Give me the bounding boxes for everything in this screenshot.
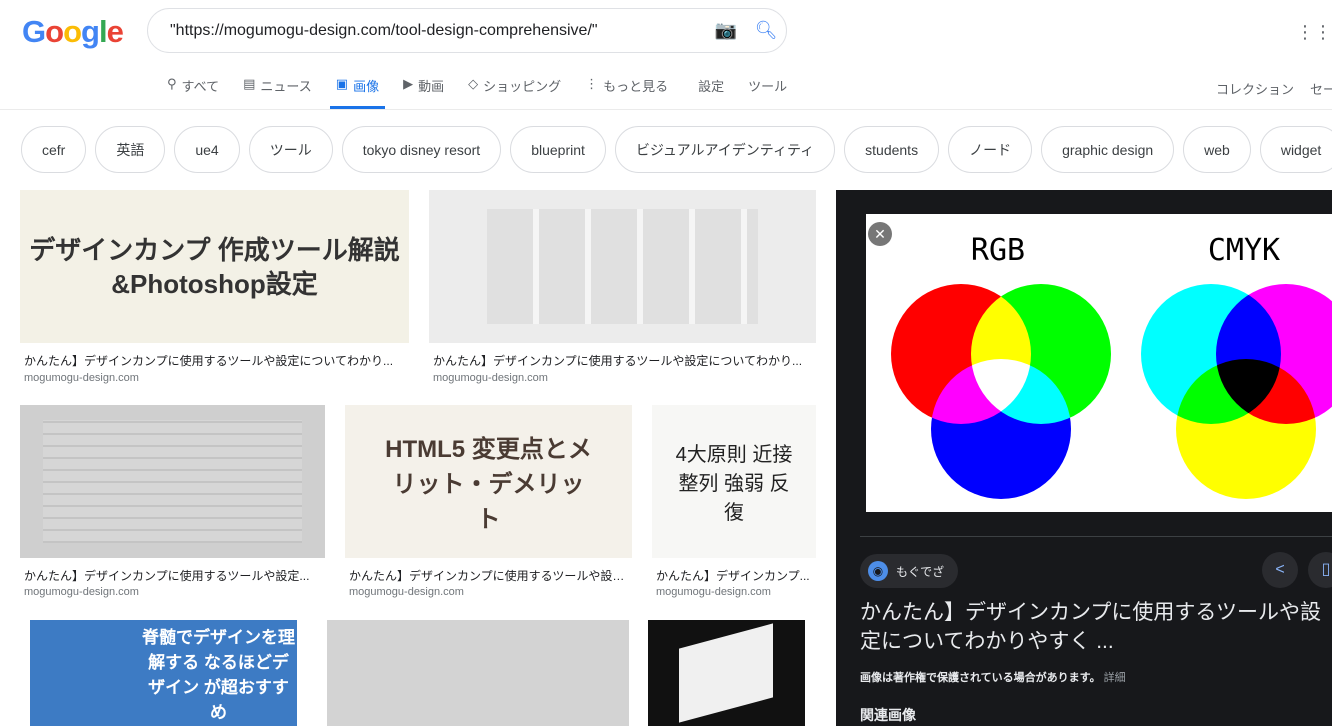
chip-9[interactable]: graphic design [1041, 126, 1175, 173]
globe-icon: ◉ [868, 561, 888, 581]
chip-2[interactable]: ue4 [174, 126, 240, 173]
chip-11[interactable]: widget [1259, 126, 1332, 173]
result-image[interactable] [20, 405, 325, 558]
result-caption[interactable]: かんたん】デザインカンプに使用するツールや設定についてわかり... [24, 352, 409, 369]
collections-link[interactable]: コレクション [1216, 79, 1294, 98]
bookmark-button[interactable]: ▯ [1308, 552, 1332, 588]
result-image[interactable] [327, 620, 629, 726]
tab-shopping[interactable]: ◇ ショッピング [468, 76, 561, 109]
tab-videos[interactable]: ▶ 動画 [403, 76, 444, 109]
result-caption[interactable]: かんたん】デザインカンプ... [656, 567, 816, 584]
tag-icon: ◇ [468, 76, 479, 91]
more-vert-icon: ⋮ [585, 76, 599, 91]
result-image[interactable]: デザインカンプ 作成ツール解説 &Photoshop設定 [20, 190, 409, 343]
tab-all[interactable]: ⚲ すべて [167, 76, 219, 109]
chip-0[interactable]: cefr [21, 126, 87, 173]
result-caption[interactable]: かんたん】デザインカンプに使用するツールや設定... [24, 567, 324, 584]
result-image[interactable] [429, 190, 816, 343]
result-source: mogumogu-design.com [656, 586, 771, 598]
chip-5[interactable]: blueprint [510, 126, 606, 173]
chip-4[interactable]: tokyo disney resort [341, 126, 502, 173]
related-chips: cefr 英語 ue4 ツール tokyo disney resort blueprint… [21, 126, 1332, 173]
close-icon[interactable]: ✕ [868, 222, 892, 246]
chip-6[interactable]: ビジュアルアイデンティティ [614, 126, 836, 173]
details-link[interactable]: 詳細 [1104, 672, 1126, 684]
related-images-heading: 関連画像 [860, 707, 916, 723]
image-icon: ▣ [335, 76, 349, 91]
search-icon[interactable]: 🔍︎ [746, 20, 786, 41]
preview-title[interactable]: かんたん】デザインカンプに使用するツールや設定についてわかりやすく ... [860, 598, 1332, 656]
search-box[interactable]: "https://mogumogu-design.com/tool-design… [147, 8, 787, 53]
tab-settings[interactable]: 設定 [698, 76, 724, 109]
image-preview-panel: RGB CMYK ✕ ◉ もぐでざ < ▯ かんたん】デザインカンプに使用するツー… [836, 190, 1332, 726]
result-source: mogumogu-design.com [349, 586, 464, 598]
result-image[interactable]: 4大原則 近接 整列 強弱 反復 [652, 405, 816, 558]
search-input[interactable]: "https://mogumogu-design.com/tool-design… [170, 22, 706, 40]
result-image[interactable] [648, 620, 805, 726]
result-image[interactable]: HTML5 変更点とメリット・デメリット [345, 405, 632, 558]
chip-1[interactable]: 英語 [95, 126, 166, 173]
result-source: mogumogu-design.com [433, 372, 548, 384]
google-logo[interactable]: Google [22, 14, 124, 50]
tab-news[interactable]: ▤ ニュース [243, 76, 312, 109]
chip-8[interactable]: ノード [948, 126, 1033, 173]
rgb-label: RGB [971, 233, 1025, 268]
tab-tools[interactable]: ツール [748, 76, 787, 109]
result-caption[interactable]: かんたん】デザインカンプに使用するツールや設定についてわかり... [433, 352, 816, 369]
safesearch-link[interactable]: セー [1310, 79, 1332, 98]
result-caption[interactable]: かんたん】デザインカンプに使用するツールや設定... [349, 567, 632, 584]
camera-icon[interactable]: 📷 [706, 20, 746, 41]
panel-divider [860, 536, 1332, 537]
search-tabs: ⚲ すべて ▤ ニュース ▣ 画像 ▶ 動画 ◇ ショッピング ⋮ もっと見る 設定 ツール [167, 76, 811, 109]
preview-image[interactable]: RGB CMYK [866, 214, 1332, 512]
result-source: mogumogu-design.com [24, 586, 139, 598]
result-image[interactable]: 脊髄でデザインを理解する なるほどデザイン が超おすすめ [30, 620, 297, 726]
tab-more[interactable]: ⋮ もっと見る [585, 76, 668, 109]
header-divider [0, 109, 1332, 110]
play-icon: ▶ [403, 76, 414, 91]
result-source: mogumogu-design.com [24, 372, 139, 384]
chip-10[interactable]: web [1183, 126, 1251, 173]
share-button[interactable]: < [1262, 552, 1298, 588]
search-icon: ⚲ [167, 76, 177, 91]
chip-7[interactable]: students [844, 126, 940, 173]
copyright-notice: 画像は著作権で保護されている場合があります。 詳細 [860, 672, 1126, 684]
tab-images[interactable]: ▣ 画像 [329, 76, 386, 109]
chip-3[interactable]: ツール [248, 126, 333, 173]
cmyk-label: CMYK [1208, 233, 1280, 268]
site-badge[interactable]: ◉ もぐでざ [860, 554, 959, 588]
news-icon: ▤ [243, 76, 256, 91]
apps-grid-icon[interactable]: ⋮⋮ [1296, 22, 1332, 43]
